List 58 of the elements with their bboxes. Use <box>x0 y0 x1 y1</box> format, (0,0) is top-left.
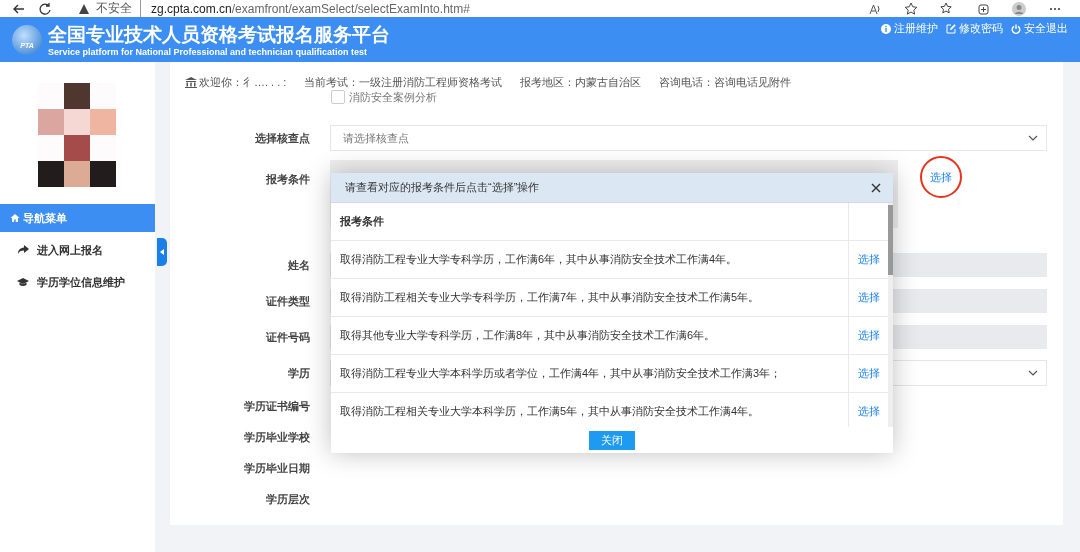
star-icon[interactable] <box>904 1 918 16</box>
field-label: 学历毕业学校 <box>243 430 310 445</box>
header-link[interactable]: 修改密码 <box>946 21 1003 36</box>
site-subtitle: Service platform for National Professional and technician qualification test <box>48 46 369 57</box>
field-label: 学历证书编号 <box>243 399 310 414</box>
table-cell: 取得消防工程专业大学专科学历，工作满6年，其中从事消防安全技术工作满4年。 <box>331 241 849 278</box>
dialog-title: 请查看对应的报考条件后点击“选择”操作 <box>345 180 540 195</box>
chevron-down-icon <box>1028 370 1038 376</box>
scrollbar[interactable] <box>888 203 893 427</box>
field-label: 报考条件 <box>265 172 310 187</box>
table-cell: 取得其他专业大学专科学历，工作满8年，其中从事消防安全技术工作满6年。 <box>331 317 849 354</box>
bank-icon <box>185 76 197 88</box>
close-icon[interactable] <box>871 182 881 193</box>
select-field[interactable]: 请选择核查点 <box>330 125 1047 151</box>
share-arrow-icon <box>17 245 29 255</box>
chevron-down-icon <box>1028 135 1038 141</box>
refresh-icon[interactable] <box>38 1 52 16</box>
column-header: 报考条件 <box>331 203 849 240</box>
select-link[interactable]: 选择 <box>857 404 880 419</box>
info-text: 报考地区：内蒙古自治区 <box>520 74 642 90</box>
checkbox[interactable] <box>331 90 345 104</box>
field-label: 证件类型 <box>265 293 310 309</box>
field-label: 选择核查点 <box>254 130 310 146</box>
field-label: 学历层次 <box>265 492 310 507</box>
select-link[interactable]: 选择 <box>857 290 880 305</box>
field-label: 证件号码 <box>265 329 310 345</box>
header-link[interactable]: 注册维护 <box>881 21 938 36</box>
table-cell: 取得消防工程相关专业大学本科学历，工作满5年，其中从事消防安全技术工作满4年。 <box>331 393 849 427</box>
menu-title-text: 导航菜单 <box>23 210 67 226</box>
field-label: 学历 <box>287 365 310 381</box>
field-label: 姓名 <box>287 257 310 273</box>
info-icon <box>881 23 891 34</box>
home-icon <box>10 213 20 223</box>
info-text: 当前考试：一级注册消防工程师资格考试 <box>304 74 503 90</box>
power-icon <box>1011 23 1021 34</box>
info-text: 欢迎你：彳…. . . : <box>199 74 287 90</box>
favorites-icon[interactable] <box>940 1 954 16</box>
profile-icon[interactable] <box>1012 1 1026 16</box>
site-title: 全国专业技术人员资格考试报名服务平台 <box>48 22 390 47</box>
select-link[interactable]: 选择 <box>920 156 962 198</box>
select-link[interactable]: 选择 <box>857 252 880 267</box>
close-button[interactable]: 关闭 <box>589 430 635 450</box>
sidebar-item[interactable]: 进入网上报名 <box>0 234 155 266</box>
select-link[interactable]: 选择 <box>857 328 880 343</box>
collections-icon[interactable] <box>976 1 990 16</box>
url-text[interactable]: zg.cpta.com.cn/examfront/examSelect/selectExamInto.htm# <box>147 1 470 16</box>
table-cell: 取得消防工程相关专业大学专科学历，工作满7年，其中从事消防安全技术工作满5年。 <box>331 279 849 316</box>
warning-icon <box>78 2 90 15</box>
sidebar-item[interactable]: 学历学位信息维护 <box>0 266 155 298</box>
field-label: 学历毕业日期 <box>243 461 310 476</box>
header-link[interactable]: 安全退出 <box>1011 21 1068 36</box>
graduation-cap-icon <box>17 277 29 287</box>
select-link[interactable]: 选择 <box>857 366 880 381</box>
option-label: 消防安全案例分析 <box>349 90 437 105</box>
info-text: 咨询电话：咨询电话见附件 <box>659 74 792 90</box>
table-cell: 取得消防工程专业大学本科学历或者学位，工作满4年，其中从事消防安全技术工作满3年； <box>331 355 849 392</box>
sidebar-collapse-handle[interactable] <box>157 238 167 266</box>
edit-icon <box>946 23 956 34</box>
